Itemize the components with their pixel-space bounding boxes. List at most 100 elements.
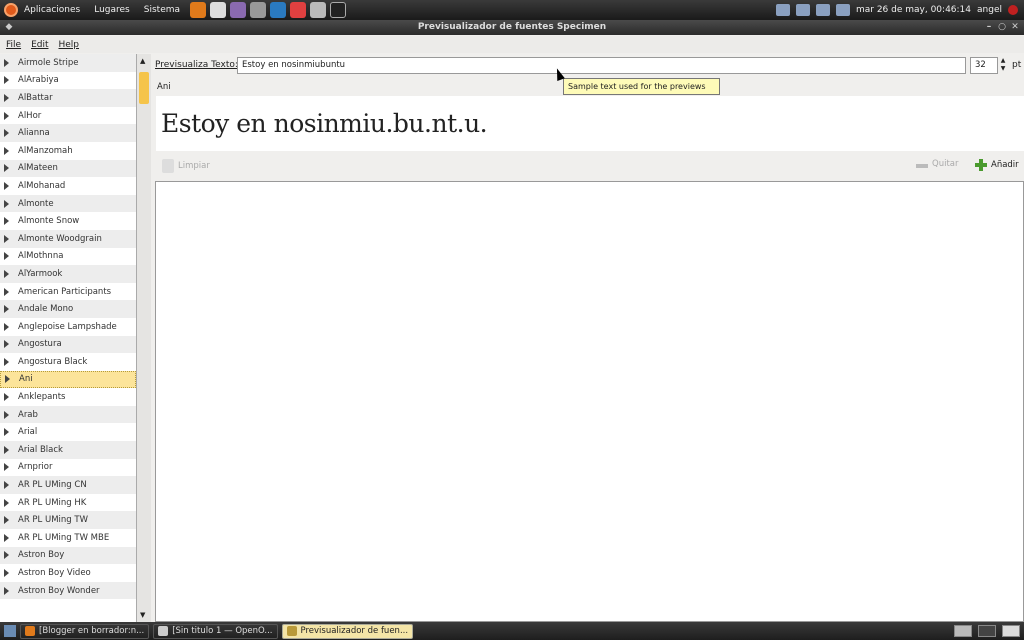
network-manager-icon[interactable] [795,4,810,16]
workspace-1[interactable] [978,625,996,637]
display-icon[interactable] [775,4,790,16]
font-list-item[interactable]: Anglepoise Lampshade [0,318,136,336]
expander-triangle-icon[interactable] [4,498,9,507]
network-icon[interactable] [310,2,327,18]
comparison-area[interactable] [155,181,1024,622]
font-list[interactable]: Airmole Stripe AlArabiya AlBattar AlHor Alia… [0,54,137,622]
show-desktop-icon[interactable] [4,625,16,637]
expander-triangle-icon[interactable] [4,234,9,243]
expander-triangle-icon[interactable] [4,516,9,525]
font-list-item[interactable]: Alianna [0,124,136,142]
font-list-item[interactable]: AlHor [0,107,136,125]
trash-icon[interactable] [954,625,972,637]
expander-triangle-icon[interactable] [4,322,9,331]
menu-lugares[interactable]: Lugares [92,5,132,15]
font-list-item[interactable]: Arab [0,405,136,424]
font-list-item[interactable]: AlBattar [0,89,136,107]
expander-triangle-icon[interactable] [4,287,9,296]
user-name[interactable]: angel [977,5,1002,15]
expander-triangle-icon[interactable] [4,146,9,155]
font-list-item[interactable]: Almonte Snow [0,212,136,230]
clock[interactable]: mar 26 de may, 00:46:14 [856,5,971,15]
font-list-item[interactable]: AlArabiya [0,72,136,90]
power-icon[interactable] [1008,5,1018,15]
firefox-icon[interactable] [190,2,207,18]
font-list-item[interactable]: Astron Boy Video [0,564,136,582]
font-list-item[interactable]: AR PL UMing CN [0,476,136,494]
font-list-item[interactable]: Ani [0,370,136,389]
expander-triangle-icon[interactable] [4,445,9,454]
font-list-item[interactable]: Arnprior [0,459,136,477]
menu-file[interactable]: File [6,40,21,50]
expander-triangle-icon[interactable] [4,269,9,278]
font-list-scrollbar[interactable]: ▲ ▼ [137,54,151,622]
expander-triangle-icon[interactable] [4,586,9,595]
expander-triangle-icon[interactable] [4,58,9,67]
scroll-down-icon[interactable]: ▼ [140,611,145,619]
preview-text-input[interactable]: Estoy en nosinmiubuntu [237,57,966,74]
installer-icon[interactable] [250,2,267,18]
font-list-item[interactable]: AlMothnna [0,248,136,266]
expander-triangle-icon[interactable] [4,129,9,138]
expander-triangle-icon[interactable] [4,111,9,120]
terminal-icon[interactable] [330,2,347,18]
expander-triangle-icon[interactable] [4,393,9,402]
font-list-item[interactable]: AlManzomah [0,142,136,160]
font-list-item[interactable]: Astron Boy [0,546,136,565]
font-list-item[interactable]: Arial Black [0,441,136,459]
expander-triangle-icon[interactable] [4,305,9,314]
expander-triangle-icon[interactable] [4,481,9,490]
expander-triangle-icon[interactable] [4,93,9,102]
font-list-item[interactable]: AR PL UMing TW MBE [0,529,136,547]
expander-triangle-icon[interactable] [4,199,9,208]
menu-help[interactable]: Help [59,40,80,50]
remove-button[interactable]: Quitar [916,159,958,169]
expander-triangle-icon[interactable] [4,357,9,366]
menu-sistema[interactable]: Sistema [142,5,182,15]
font-list-item[interactable]: AR PL UMing HK [0,494,136,512]
font-list-item[interactable]: Airmole Stripe [0,54,136,72]
font-list-item[interactable]: AR PL UMing TW [0,511,136,530]
expander-triangle-icon[interactable] [4,181,9,190]
expander-triangle-icon[interactable] [4,551,9,560]
scroll-up-icon[interactable]: ▲ [140,57,145,65]
menu-aplicaciones[interactable]: Aplicaciones [22,5,82,15]
pidgin-icon[interactable] [230,2,247,18]
font-list-item[interactable]: AlMateen [0,159,136,178]
font-list-item[interactable]: Angostura [0,335,136,354]
clear-button[interactable]: Limpiar [162,159,210,173]
expander-triangle-icon[interactable] [5,375,10,384]
size-input[interactable]: 32 [970,57,998,74]
font-list-item[interactable]: Almonte [0,194,136,213]
lifebuoy-icon[interactable] [290,2,307,18]
font-list-item[interactable]: Andale Mono [0,300,136,318]
expander-triangle-icon[interactable] [4,340,9,349]
font-list-item[interactable]: AlMohanad [0,177,136,195]
volume-icon[interactable] [835,4,850,16]
expander-triangle-icon[interactable] [4,76,9,85]
bluetooth-icon[interactable] [815,4,830,16]
scroll-thumb[interactable] [139,72,149,104]
font-list-item[interactable]: AlYarmook [0,265,136,283]
expander-triangle-icon[interactable] [4,164,9,173]
expander-triangle-icon[interactable] [4,217,9,226]
taskbar-item-openoffice[interactable]: [Sin titulo 1 — OpenO... [153,623,278,639]
menu-edit[interactable]: Edit [31,40,48,50]
font-list-item[interactable]: Anklepants [0,388,136,406]
expander-triangle-icon[interactable] [4,463,9,472]
font-list-item[interactable]: Arial [0,423,136,441]
font-list-item[interactable]: Almonte Woodgrain [0,229,136,248]
expander-triangle-icon[interactable] [4,533,9,542]
window-menu-icon[interactable]: ◆ [4,22,14,32]
minimize-icon[interactable]: – [984,22,994,32]
virtualbox-icon[interactable] [270,2,287,18]
workspace-2[interactable] [1002,625,1020,637]
maximize-icon[interactable]: ○ [997,22,1007,32]
ubuntu-logo-icon[interactable] [4,3,18,17]
mail-icon[interactable] [210,2,227,18]
font-list-item[interactable]: Astron Boy Wonder [0,581,136,600]
expander-triangle-icon[interactable] [4,428,9,437]
expander-triangle-icon[interactable] [4,410,9,419]
font-list-item[interactable]: Angostura Black [0,353,136,371]
close-icon[interactable]: ✕ [1010,22,1020,32]
